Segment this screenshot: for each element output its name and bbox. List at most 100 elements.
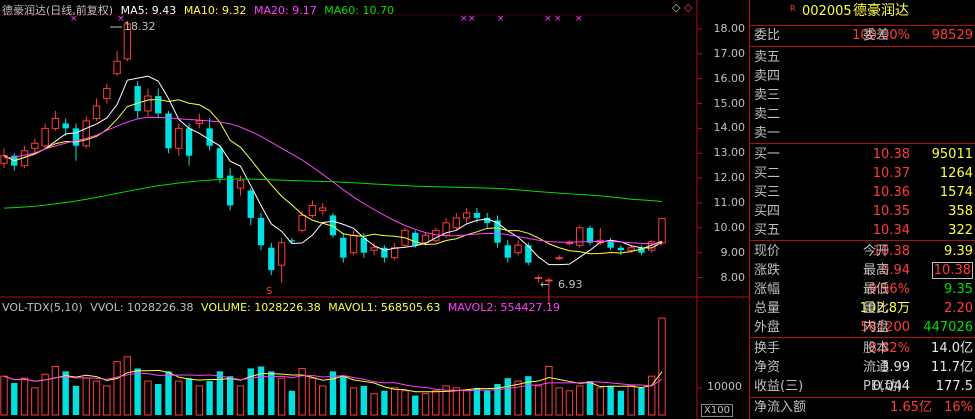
volume-bar-up	[31, 387, 39, 416]
volume-bar-up	[391, 387, 399, 416]
diamond-icon[interactable]: ◇	[672, 1, 680, 14]
volume-unit-badge[interactable]: X100	[701, 404, 733, 417]
candle-body-down	[206, 128, 213, 146]
volume-bar-up	[195, 385, 204, 416]
candle-body-up	[319, 207, 327, 211]
volume-bar-down	[62, 371, 69, 415]
candle-body-down	[257, 217, 265, 246]
price-axis-label: 8.00	[720, 270, 746, 284]
candle-body-up	[514, 244, 522, 254]
fundamental-row: 换手 8.82% 股本 14.0亿	[754, 341, 973, 356]
candle-body-up	[298, 214, 306, 231]
volume-bar-down	[206, 381, 213, 415]
volume-bar-down	[473, 387, 481, 415]
candle-body-down	[247, 190, 254, 218]
candle-body-down	[185, 128, 193, 156]
candle-body-up	[31, 142, 39, 149]
volume-bar-down	[227, 376, 234, 415]
volume-label: VOLUME: 1028226.38	[201, 301, 321, 314]
quote-row: 总量 102.8万 量比 2.20	[754, 301, 973, 316]
fundamental-row: 收益(三) 0.044 PE(动) 177.5	[754, 379, 973, 394]
signal-marker-icon: ×	[497, 14, 505, 24]
volume-bar-up	[144, 380, 152, 416]
order-book-buy-row: 买一 10.38 95011	[754, 147, 973, 162]
candle-body-up	[658, 217, 666, 244]
volume-bar-up	[565, 390, 574, 416]
quote-row: 现价 10.38 今开 9.39	[754, 244, 973, 259]
candle-body-up	[565, 242, 574, 245]
volume-bar-down	[72, 385, 80, 415]
order-book-sell-row: 卖五	[754, 50, 781, 65]
low-price-marker: 6.93	[558, 278, 583, 291]
volume-bar-down	[268, 371, 275, 415]
price-axis-label: 15.00	[713, 96, 746, 110]
candle-body-down	[227, 175, 234, 206]
candle-body-up	[41, 127, 49, 147]
candle-body-up	[175, 127, 183, 149]
volume-bar-up	[113, 361, 121, 416]
volume-bar-up	[596, 387, 604, 416]
candle-body-down	[155, 96, 162, 114]
volume-bar-up	[308, 377, 317, 416]
candle-body-up	[195, 120, 204, 124]
signal-marker-icon: ×	[575, 14, 583, 24]
order-book-buy-row: 买四 10.35 358	[754, 204, 973, 219]
candle-body-up	[308, 204, 317, 216]
price-axis-label: 16.00	[713, 71, 746, 85]
volume-bar-down	[11, 382, 18, 415]
volume-bar-down	[247, 368, 254, 415]
volume-bar-up	[236, 385, 245, 416]
candle-body-down	[72, 128, 80, 146]
volume-bar-down	[185, 378, 193, 415]
volume-bar-down	[288, 390, 296, 415]
volume-bar-down	[134, 368, 141, 415]
code-flag: R	[790, 4, 796, 13]
volume-bar-up	[555, 387, 563, 416]
quote-panel: R 002005 德豪润达 委比 100.00% 委差 98529 卖五 卖四 卖三…	[749, 0, 975, 419]
candle-body-up	[391, 247, 399, 259]
candle-body-down	[134, 86, 141, 111]
price-axis-label: 18.00	[713, 21, 746, 35]
volume-bar-up	[349, 387, 358, 416]
volume-bar-up	[175, 380, 183, 416]
volume-bar-up	[0, 375, 8, 416]
netflow-row: 净流入额 1.65亿 16%	[754, 400, 973, 415]
ma60-label: MA60: 10.70	[324, 4, 394, 17]
price-axis-label: 9.00	[720, 245, 746, 259]
vol-indicator: VOL-TDX(5,10)	[2, 301, 83, 314]
volume-bar-up	[534, 385, 543, 416]
candle-body-down	[268, 247, 275, 271]
candle-body-down	[504, 245, 511, 258]
order-book-buy-row: 买五 10.34 322	[754, 223, 973, 238]
price-axis-label: 10.00	[713, 220, 746, 234]
chart-header: 德豪润达(日线,前复权) MA5: 9.43 MA10: 9.32 MA20: …	[2, 2, 394, 18]
ma10-label: MA10: 9.32	[183, 4, 247, 17]
volume-bar-down	[607, 385, 614, 415]
volume-bar-up	[545, 366, 553, 416]
low-price-marker-arrow: ←	[540, 278, 550, 291]
ma20-label: MA20: 9.17	[254, 4, 317, 17]
volume-bar-up	[277, 377, 286, 416]
weibi-row: 委比 100.00% 委差 98529	[754, 28, 973, 43]
candle-body-up	[144, 95, 152, 112]
volume-bar-up	[627, 385, 635, 416]
candle-body-up	[555, 257, 563, 260]
ma5-label: MA5: 9.43	[120, 4, 177, 17]
stock-code: 002005	[802, 4, 852, 19]
mavol1-label: MAVOL1: 568505.63	[328, 301, 441, 314]
volume-bar-down	[617, 390, 625, 415]
vvol-label: VVOL: 1028226.38	[90, 301, 194, 314]
kline-chart[interactable]: × × × × × × × ×	[0, 0, 749, 419]
candle-body-up	[462, 212, 471, 219]
volume-bar-down	[216, 371, 224, 415]
volume-bar-up	[123, 356, 132, 416]
price-axis-label: 11.00	[713, 195, 746, 209]
candle-body-down	[165, 113, 172, 149]
volume-bar-up	[462, 390, 471, 416]
volume-bar-up	[421, 393, 430, 416]
volume-header: VOL-TDX(5,10) VVOL: 1028226.38 VOLUME: 1…	[2, 301, 560, 314]
volume-bar-down	[484, 390, 491, 415]
signal-marker-icon: ×	[460, 14, 468, 24]
candle-body-down	[216, 148, 224, 179]
diamond-red-icon[interactable]: ◇	[684, 1, 692, 14]
